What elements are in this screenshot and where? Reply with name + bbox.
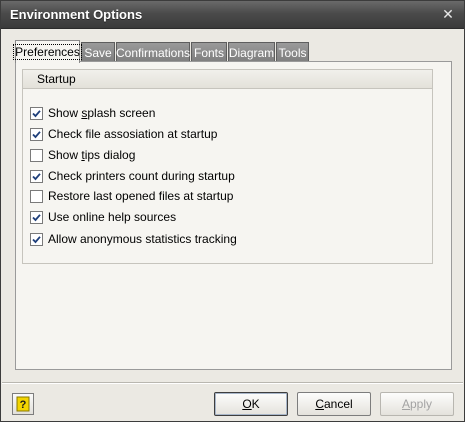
check-icon <box>32 130 41 138</box>
option-restore-last-opened-files[interactable]: Restore last opened files at startup <box>30 188 233 204</box>
check-icon <box>32 213 41 221</box>
option-label: Restore last opened files at startup <box>48 189 234 203</box>
help-button[interactable]: ? <box>12 393 34 415</box>
svg-text:?: ? <box>20 399 27 411</box>
startup-group: Startup Show splash screen Check file as… <box>22 69 433 264</box>
option-use-online-help-sources[interactable]: Use online help sources <box>30 209 176 225</box>
tab-diagram[interactable]: Diagram <box>228 42 275 62</box>
option-label: Use online help sources <box>48 210 177 224</box>
close-button[interactable]: ✕ <box>438 4 458 24</box>
check-icon <box>32 235 41 243</box>
checkbox[interactable] <box>30 127 43 141</box>
option-label: Check file assosiation at startup <box>48 127 218 141</box>
option-check-printers-count[interactable]: Check printers count during startup <box>30 168 235 184</box>
option-label: Show splash screen <box>48 106 156 120</box>
tab-tools[interactable]: Tools <box>276 42 309 62</box>
option-label: Check printers count during startup <box>48 169 235 183</box>
checkbox[interactable] <box>30 169 43 183</box>
check-icon <box>32 172 41 180</box>
checkbox[interactable] <box>30 148 43 162</box>
checkbox[interactable] <box>30 106 43 120</box>
option-show-tips-dialog[interactable]: Show tips dialog <box>30 147 135 163</box>
check-icon <box>32 109 41 117</box>
tab-confirmations[interactable]: Confirmations <box>116 42 190 62</box>
window-title: Environment Options <box>10 7 143 22</box>
option-show-splash-screen[interactable]: Show splash screen <box>30 105 155 121</box>
help-icon: ? <box>16 396 30 412</box>
title-bar[interactable]: Environment Options ✕ <box>1 1 464 29</box>
checkbox[interactable] <box>30 189 43 203</box>
environment-options-dialog: Environment Options ✕ Preferences Save C… <box>0 0 465 422</box>
close-icon: ✕ <box>442 5 454 22</box>
startup-group-header: Startup <box>23 70 432 89</box>
option-label: Show tips dialog <box>48 148 136 162</box>
tab-preferences[interactable]: Preferences <box>13 40 82 63</box>
checkbox[interactable] <box>30 232 43 246</box>
option-allow-anonymous-statistics[interactable]: Allow anonymous statistics tracking <box>30 231 237 247</box>
cancel-button[interactable]: Cancel <box>297 392 371 416</box>
tab-save[interactable]: Save <box>81 42 115 62</box>
divider-highlight <box>2 383 463 384</box>
tab-fonts[interactable]: Fonts <box>191 42 227 62</box>
apply-button[interactable]: Apply <box>380 392 454 416</box>
ok-button[interactable]: OK <box>214 392 288 416</box>
option-check-file-association[interactable]: Check file assosiation at startup <box>30 126 217 142</box>
preferences-page: Startup Show splash screen Check file as… <box>15 61 452 370</box>
option-label: Allow anonymous statistics tracking <box>48 232 237 246</box>
checkbox[interactable] <box>30 210 43 224</box>
